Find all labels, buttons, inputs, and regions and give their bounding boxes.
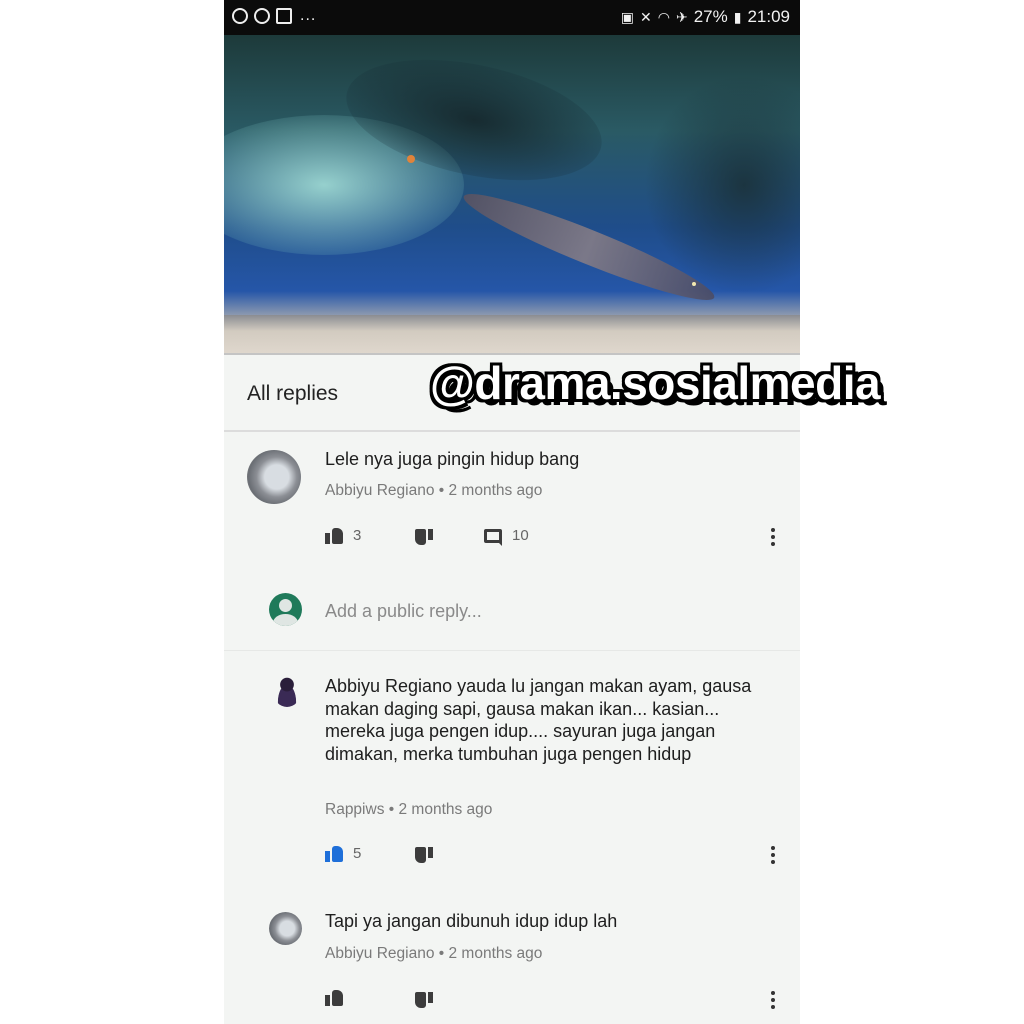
like-button[interactable]: 3 [325, 527, 361, 544]
dislike-button[interactable] [415, 529, 433, 545]
airplane-icon: ✈ [675, 8, 688, 25]
avatar[interactable] [247, 450, 301, 504]
comment-author[interactable]: Rappiws [325, 801, 384, 818]
comment-author[interactable]: Abbiyu Regiano [325, 945, 434, 962]
thumbs-up-icon [325, 990, 343, 1006]
meta-separator: • [438, 945, 449, 962]
comment-time: 2 months ago [448, 945, 543, 962]
clock: 21:09 [747, 7, 790, 26]
reply-item: Tapi ya jangan dibunuh idup idup lah Abb… [224, 886, 800, 1024]
user-avatar [269, 593, 302, 626]
chat-icon [254, 8, 270, 24]
thumbs-down-icon [415, 992, 433, 1008]
comment-text: Abbiyu Regiano yauda lu jangan makan aya… [325, 676, 752, 764]
meta-separator: • [438, 482, 449, 499]
reply-count: 10 [512, 527, 529, 544]
mute-icon: ✕ [640, 8, 652, 25]
wifi-icon: ◠ [657, 8, 670, 25]
comment-top: Lele nya juga pingin hidup bang Abbiyu R… [224, 432, 800, 572]
avatar[interactable] [269, 912, 302, 945]
thumbs-down-icon [415, 847, 433, 863]
overflow-indicator: ... [300, 7, 317, 24]
thumbs-up-icon [325, 527, 343, 544]
watermark: @drama.sosialmedia [430, 357, 881, 409]
dislike-button[interactable] [415, 847, 433, 863]
comment-meta: Abbiyu Regiano • 2 months ago [325, 945, 542, 963]
reply-item: Abbiyu Regiano yauda lu jangan makan aya… [224, 651, 800, 885]
comment-icon [484, 528, 502, 546]
lock-icon: ▣ [620, 8, 635, 25]
page-title: All replies [247, 382, 339, 405]
status-bar: ... ▣ ✕ ◠ ✈ 27% ▮ 21:09 [224, 0, 800, 35]
like-count: 5 [353, 845, 362, 862]
reply-count-button[interactable]: 10 [484, 527, 529, 546]
battery-percent: 27% [693, 7, 728, 26]
avatar[interactable] [273, 675, 301, 707]
comment-time: 2 months ago [398, 801, 493, 818]
video-player[interactable] [224, 35, 800, 355]
more-options-icon[interactable] [771, 528, 775, 549]
comment-author[interactable]: Abbiyu Regiano [325, 482, 434, 499]
phone-screen: ... ▣ ✕ ◠ ✈ 27% ▮ 21:09 All replies Lele… [224, 0, 800, 1024]
battery-icon: ▮ [733, 8, 742, 25]
like-button[interactable] [325, 990, 343, 1006]
more-options-icon[interactable] [771, 991, 775, 1012]
comment-text: Lele nya juga pingin hidup bang [325, 449, 580, 469]
comment-meta: Rappiws • 2 months ago [325, 801, 492, 819]
gallery-icon [276, 8, 292, 24]
comment-text: Tapi ya jangan dibunuh idup idup lah [325, 911, 618, 931]
reply-input[interactable]: Add a public reply... [325, 600, 482, 623]
video-progress-bar[interactable] [224, 353, 800, 355]
whatsapp-icon [232, 8, 248, 24]
comment-meta: Abbiyu Regiano • 2 months ago [325, 482, 542, 500]
meta-separator: • [388, 801, 399, 818]
reply-box: Add a public reply... [224, 572, 800, 650]
video-fish-eye [407, 155, 415, 163]
comment-time: 2 months ago [448, 482, 543, 499]
video-frame-shadow-right [644, 75, 800, 295]
like-count: 3 [353, 527, 362, 544]
video-floor [224, 315, 800, 355]
more-options-icon[interactable] [771, 846, 775, 867]
video-fish-eye-small [692, 282, 696, 286]
thumbs-down-icon [415, 529, 433, 545]
thumbs-up-icon [325, 845, 343, 862]
like-button[interactable]: 5 [325, 845, 361, 862]
dislike-button[interactable] [415, 992, 433, 1008]
